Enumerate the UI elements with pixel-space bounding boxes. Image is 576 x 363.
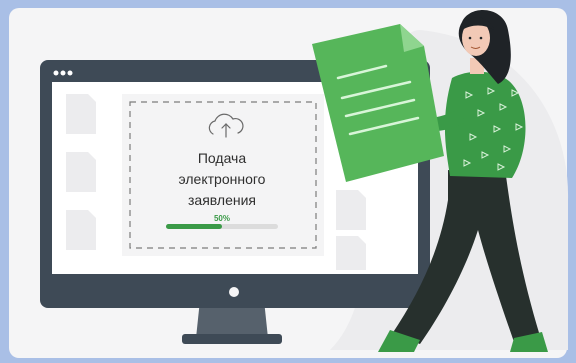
document-icon (66, 210, 96, 250)
upload-title-line-2: электронного (178, 171, 266, 187)
document-icon (66, 152, 96, 192)
monitor-base (182, 334, 282, 344)
document-icon (66, 94, 96, 134)
monitor-power-button (229, 287, 239, 297)
document-icon (336, 236, 366, 270)
window-controls-icon (53, 70, 73, 76)
progress-label: 50% (213, 214, 230, 223)
document-icon (336, 190, 366, 230)
upload-title-line-3: заявления (188, 192, 256, 208)
illustration-scene: Подача электронного заявления 50% (0, 0, 576, 363)
upload-title-line-1: Подача (197, 150, 247, 166)
upload-title: Подача электронного заявления (152, 148, 292, 211)
progress-fill (166, 224, 222, 229)
